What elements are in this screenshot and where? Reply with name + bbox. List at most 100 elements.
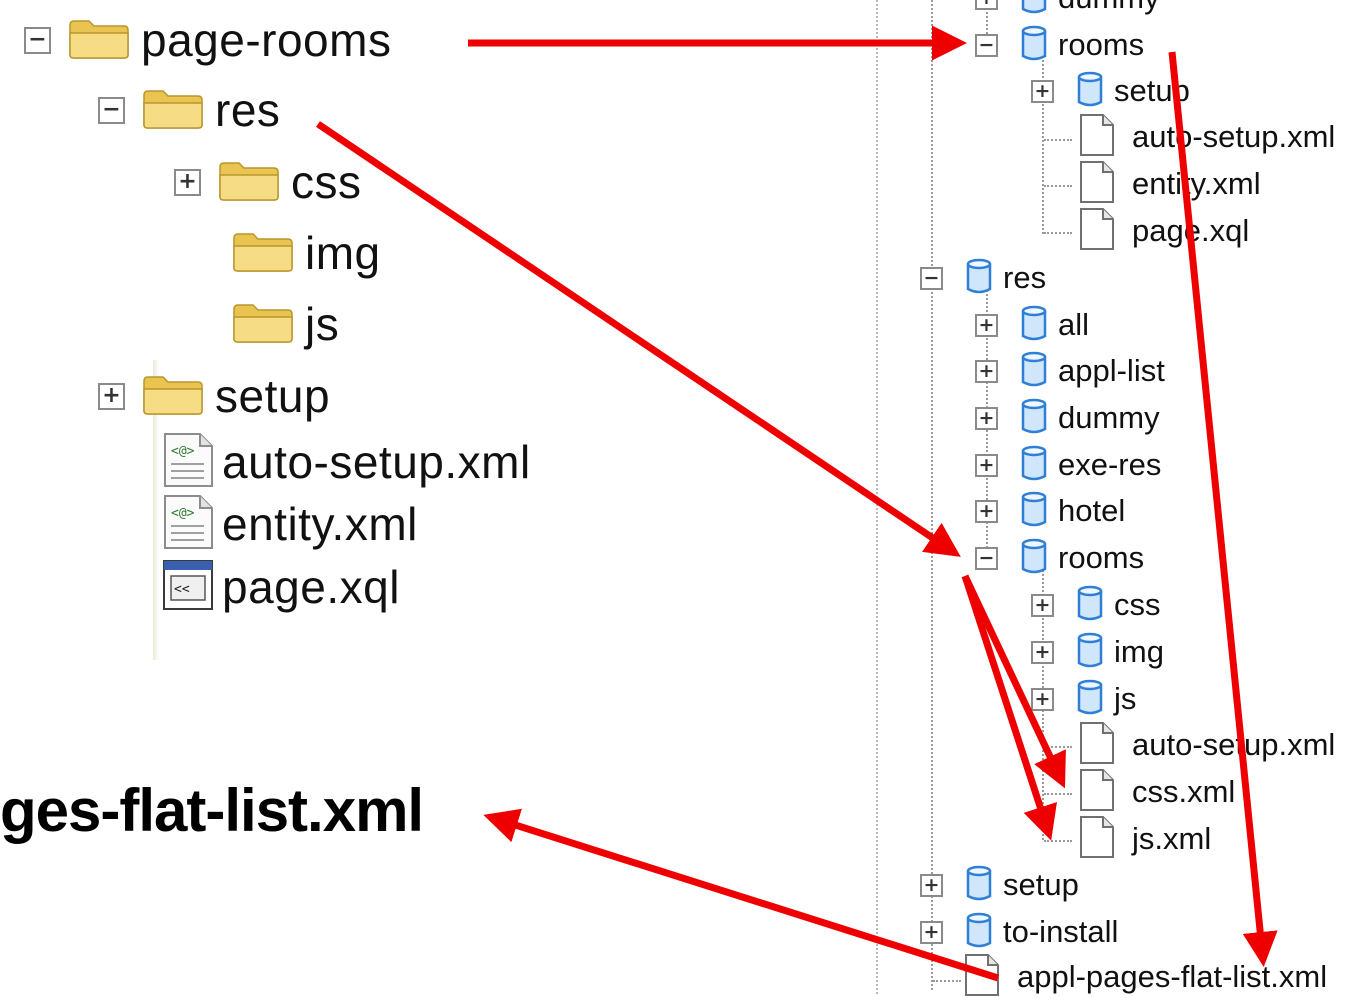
- expand-icon[interactable]: +: [1031, 640, 1054, 664]
- collection-icon: [1020, 490, 1048, 533]
- right-node-setup[interactable]: + setup: [1031, 71, 1190, 111]
- tree-connector: [1044, 185, 1072, 187]
- right-node-appl-list[interactable]: + appl-list: [975, 351, 1165, 391]
- right-node-label: hotel: [1058, 493, 1126, 528]
- right-node-label: img: [1114, 634, 1164, 669]
- collection-icon: [1076, 631, 1104, 674]
- folder-icon: [141, 372, 205, 421]
- tree-connector: [931, 0, 933, 990]
- left-node-img[interactable]: img: [231, 223, 381, 283]
- left-node-page-rooms[interactable]: − page-rooms: [24, 10, 391, 70]
- left-node-res[interactable]: − res: [98, 80, 280, 140]
- document-icon: [1078, 721, 1116, 770]
- expand-icon[interactable]: +: [975, 0, 998, 10]
- expand-icon[interactable]: +: [1031, 79, 1054, 103]
- expand-icon[interactable]: +: [975, 313, 998, 337]
- right-node-js-xml[interactable]: js.xml: [1078, 815, 1212, 859]
- collapse-icon[interactable]: −: [975, 546, 998, 570]
- collection-icon: [965, 864, 993, 907]
- xql-file-icon: <<: [160, 556, 216, 619]
- expand-icon[interactable]: +: [975, 453, 998, 477]
- right-node-rooms[interactable]: − rooms: [975, 25, 1144, 65]
- right-node-label: css: [1114, 587, 1161, 622]
- right-node-css-xml[interactable]: css.xml: [1078, 768, 1236, 812]
- right-node-auto-setup-xml[interactable]: auto-setup.xml: [1078, 113, 1336, 157]
- expand-icon[interactable]: +: [975, 499, 998, 523]
- expand-icon[interactable]: +: [920, 873, 943, 897]
- collection-icon: [1076, 70, 1104, 113]
- collection-icon: [1020, 0, 1048, 20]
- right-node-css[interactable]: + css: [1031, 585, 1161, 625]
- folder-icon: [217, 158, 281, 207]
- collection-icon: [965, 911, 993, 954]
- left-node-label: js: [305, 298, 340, 350]
- right-node-res[interactable]: − res: [920, 258, 1046, 298]
- document-icon: [1078, 815, 1116, 864]
- right-node-label: dummy: [1058, 400, 1160, 435]
- expand-icon[interactable]: +: [98, 382, 125, 410]
- collapse-icon[interactable]: −: [920, 266, 943, 290]
- right-node-appl-pages-flat-list-xml[interactable]: appl-pages-flat-list.xml: [963, 953, 1328, 997]
- collapse-icon[interactable]: −: [975, 33, 998, 57]
- left-node-auto-setup-xml[interactable]: <@> auto-setup.xml: [160, 432, 531, 492]
- collapse-icon[interactable]: −: [24, 26, 51, 54]
- folder-icon: [67, 16, 131, 65]
- tree-connector: [933, 980, 961, 982]
- right-node-js[interactable]: + js: [1031, 679, 1136, 719]
- right-node-page-xql[interactable]: page.xql: [1078, 207, 1249, 251]
- right-node-label: exe-res: [1058, 447, 1162, 482]
- expand-icon[interactable]: +: [975, 406, 998, 430]
- collection-icon: [1076, 678, 1104, 721]
- right-node-rooms-res[interactable]: − rooms: [975, 538, 1144, 578]
- right-node-label: auto-setup.xml: [1132, 727, 1336, 762]
- left-node-setup[interactable]: + setup: [98, 366, 330, 426]
- right-node-label: js: [1114, 681, 1137, 716]
- right-node-to-install[interactable]: + to-install: [920, 912, 1118, 952]
- right-node-exe-res[interactable]: + exe-res: [975, 445, 1161, 485]
- expand-icon[interactable]: +: [1031, 593, 1054, 617]
- tree-connector: [1044, 793, 1072, 795]
- right-node-setup-root[interactable]: + setup: [920, 865, 1079, 905]
- collection-icon: [1020, 304, 1048, 347]
- folder-icon: [231, 229, 295, 278]
- right-node-label: all: [1058, 307, 1090, 342]
- left-node-js[interactable]: js: [231, 294, 339, 354]
- expand-icon[interactable]: +: [174, 168, 201, 196]
- left-node-label: auto-setup.xml: [222, 436, 531, 488]
- left-node-label: img: [305, 227, 381, 279]
- xml-file-icon: <@>: [160, 431, 216, 494]
- xml-file-icon: <@>: [160, 493, 216, 556]
- right-node-label: to-install: [1003, 914, 1119, 949]
- right-node-entity-xml[interactable]: entity.xml: [1078, 160, 1261, 204]
- left-node-page-xql[interactable]: << page.xql: [160, 557, 400, 617]
- collection-icon: [1020, 24, 1048, 67]
- tree-connector: [1044, 840, 1072, 842]
- collapse-icon[interactable]: −: [98, 96, 125, 124]
- left-node-css[interactable]: + css: [174, 152, 362, 212]
- document-icon: [1078, 768, 1116, 817]
- collection-icon: [1020, 397, 1048, 440]
- tree-connector: [1044, 232, 1072, 234]
- right-node-label: rooms: [1058, 27, 1145, 62]
- collection-icon: [1020, 350, 1048, 393]
- left-node-entity-xml[interactable]: <@> entity.xml: [160, 494, 418, 554]
- left-node-label: page-rooms: [141, 14, 392, 66]
- expand-icon[interactable]: +: [975, 359, 998, 383]
- right-node-dummy[interactable]: + dummy: [975, 0, 1160, 18]
- right-node-label: css.xml: [1132, 774, 1236, 809]
- document-icon: [1078, 207, 1116, 256]
- right-node-img[interactable]: + img: [1031, 632, 1164, 672]
- right-node-label: auto-setup.xml: [1132, 119, 1336, 154]
- right-node-hotel[interactable]: + hotel: [975, 491, 1125, 531]
- right-node-all[interactable]: + all: [975, 305, 1089, 345]
- right-node-label: js.xml: [1132, 821, 1212, 856]
- left-node-label: css: [291, 156, 362, 208]
- expand-icon[interactable]: +: [1031, 687, 1054, 711]
- tree-connector: [1044, 746, 1072, 748]
- expand-icon[interactable]: +: [920, 920, 943, 944]
- right-node-label: res: [1003, 260, 1047, 295]
- right-node-dummy-2[interactable]: + dummy: [975, 398, 1160, 438]
- flat-list-file-label: ges-flat-list.xml: [0, 777, 424, 844]
- right-node-auto-setup-xml-res[interactable]: auto-setup.xml: [1078, 721, 1336, 765]
- right-node-label: appl-pages-flat-list.xml: [1017, 959, 1328, 994]
